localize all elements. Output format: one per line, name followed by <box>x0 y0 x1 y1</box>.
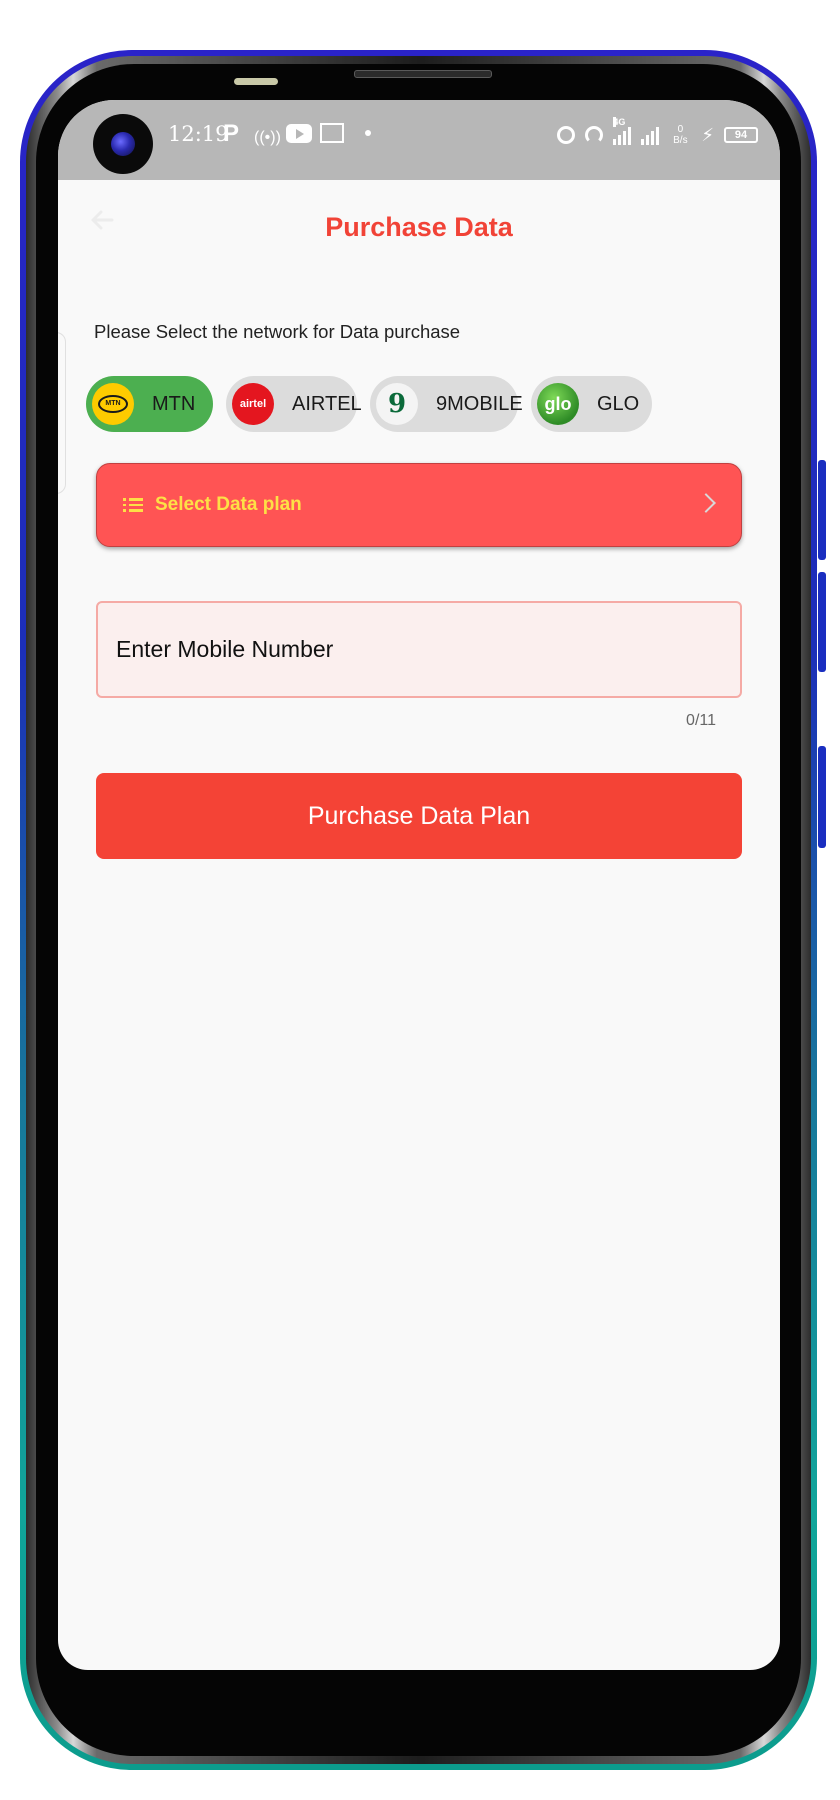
network-speed-unit: B/s <box>673 135 688 146</box>
status-time: 12:19 <box>168 122 229 146</box>
network-speed-value: 0 <box>677 124 684 135</box>
mtn-logo-icon: MTN <box>92 383 134 425</box>
airtel-logo-icon: airtel <box>232 383 274 425</box>
radio-icon: ((•)) <box>254 129 281 146</box>
page-title: Purchase Data <box>325 212 513 242</box>
status-icons-right: 4G 0 B/s ⚡ 94 <box>557 117 758 150</box>
more-notifications-icon <box>365 130 371 136</box>
select-data-plan-button[interactable]: Select Data plan <box>96 463 742 547</box>
network-speed: 0 B/s <box>669 124 691 146</box>
character-counter: 0/11 <box>686 712 716 729</box>
signal-4g-icon: 4G <box>613 117 632 145</box>
network-chip-9mobile[interactable]: 9 9MOBILE <box>370 376 523 432</box>
chevron-right-icon <box>696 493 716 513</box>
glo-logo-icon: glo <box>537 383 579 425</box>
front-camera <box>93 114 153 174</box>
earpiece-speaker <box>354 70 492 78</box>
network-chip-label: MTN <box>152 392 196 415</box>
select-data-plan-label: Select Data plan <box>155 494 302 515</box>
app-screen: 12:19 P ((•)) 4G 0 B/s ⚡ 94 Purchase Dat… <box>58 100 780 1670</box>
network-instruction: Please Select the network for Data purch… <box>94 321 461 342</box>
net-type-label: 4G <box>613 117 626 127</box>
network-chip-glo[interactable]: glo GLO <box>531 376 652 432</box>
volume-down-button <box>818 572 826 672</box>
mail-icon <box>320 123 344 143</box>
network-chip-label: 9MOBILE <box>436 392 523 415</box>
parking-icon: P <box>223 120 240 147</box>
power-button <box>818 746 826 848</box>
mobile-number-input[interactable] <box>96 601 742 698</box>
network-chip-mtn[interactable]: MTN MTN <box>86 376 213 432</box>
9mobile-logo-icon: 9 <box>376 383 418 425</box>
charging-icon: ⚡ <box>701 124 714 145</box>
side-drawer-tab[interactable] <box>58 332 66 494</box>
alarm-icon <box>557 126 576 144</box>
battery-icon: 94 <box>724 127 758 143</box>
volume-up-button <box>818 460 826 560</box>
proximity-sensor <box>234 78 278 85</box>
hotspot-icon <box>585 126 604 144</box>
purchase-data-plan-button[interactable]: Purchase Data Plan <box>96 773 742 859</box>
list-icon <box>123 498 143 512</box>
youtube-icon <box>286 124 312 143</box>
network-chip-label: GLO <box>597 392 640 415</box>
signal-icon <box>641 125 660 145</box>
network-chip-label: AIRTEL <box>292 392 362 415</box>
status-bar: 12:19 P ((•)) 4G 0 B/s ⚡ 94 <box>58 100 780 180</box>
network-chip-airtel[interactable]: airtel AIRTEL <box>226 376 362 432</box>
mtn-logo-text: MTN <box>98 395 128 413</box>
